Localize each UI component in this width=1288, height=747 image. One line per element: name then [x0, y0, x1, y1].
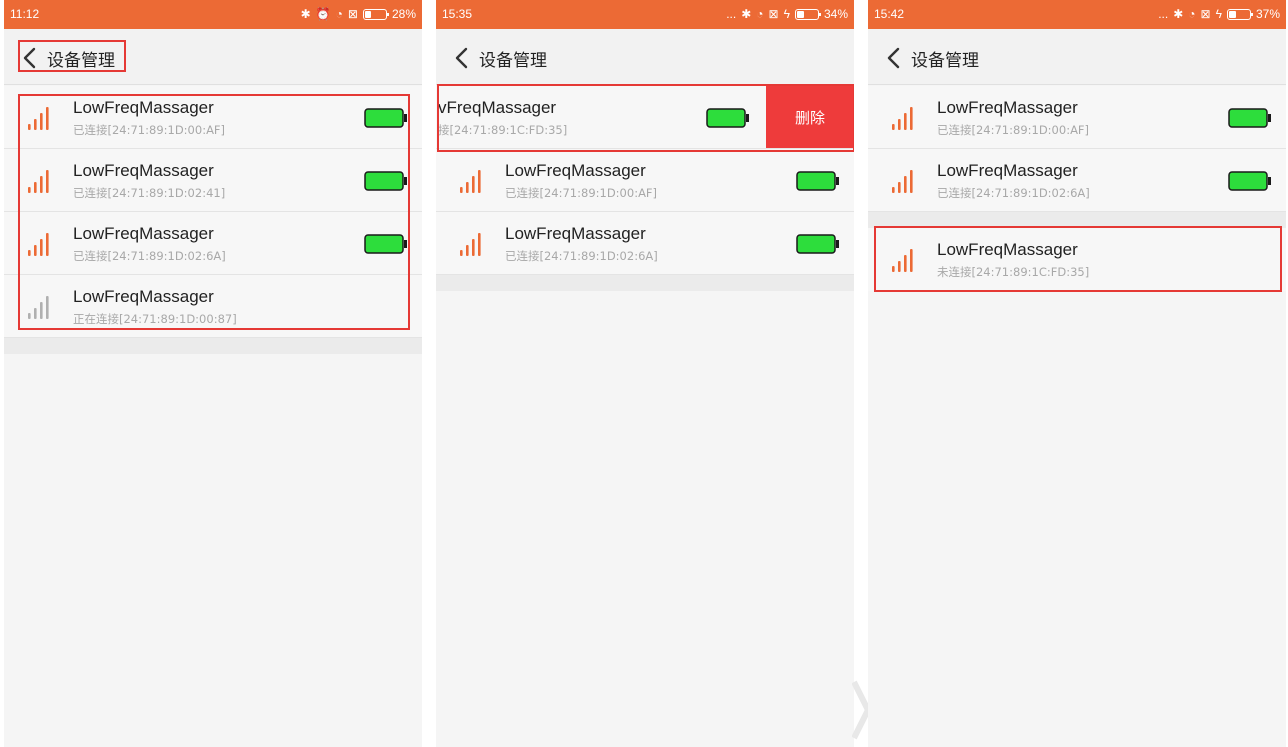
status-icons: ... ✱ ◔ ⊠ ϟ 34%: [726, 6, 848, 22]
device-status: 已连接[24:71:89:1D:00:AF]: [937, 123, 1090, 137]
wifi-icon: ◔: [1188, 7, 1196, 21]
status-time: 15:42: [874, 7, 905, 21]
device-name: LowFreqMassager: [505, 161, 646, 180]
status-battery-icon: [1226, 8, 1253, 20]
device-row[interactable]: LowFreqMassager 已连接[24:71:89:1D:02:6A]: [868, 149, 1286, 212]
device-name: LowFreqMassager: [73, 287, 214, 306]
back-button[interactable]: 设备管理: [882, 43, 985, 73]
alarm-icon: ⏰: [315, 7, 331, 21]
wifi-icon: ◔: [756, 7, 764, 21]
page-title: 设备管理: [479, 50, 547, 71]
device-name: LowFreqMassager: [73, 98, 214, 117]
device-name: LowFreqMassager: [73, 161, 214, 180]
top-bar: 设备管理: [868, 29, 1286, 85]
status-icons: ... ✱ ◔ ⊠ ϟ 37%: [1158, 6, 1280, 22]
comparison-stage: 11:12 ✱ ⏰ ◔ ⊠ 28% 设备管理 LowFreqMassager 已…: [0, 0, 1288, 747]
device-status: 已连接[24:71:89:1D:02:41]: [73, 186, 226, 200]
battery-icon: [1228, 171, 1271, 191]
status-bar: 15:42 ... ✱ ◔ ⊠ ϟ 37%: [868, 0, 1286, 29]
status-icons: ✱ ⏰ ◔ ⊠ 28%: [301, 6, 416, 22]
device-row[interactable]: LowFreqMassager 已连接[24:71:89:1D:00:AF]: [868, 86, 1286, 149]
signal-strength-icon: [892, 170, 913, 193]
bluetooth-icon: ✱: [300, 7, 311, 21]
status-battery-percent: 28%: [391, 7, 416, 21]
device-status: 接[24:71:89:1C:FD:35]: [438, 123, 568, 137]
sim-icon: ⊠: [1200, 7, 1211, 21]
device-row[interactable]: LowFreqMassager 正在连接[24:71:89:1D:00:87]: [4, 275, 422, 338]
top-bar: 设备管理: [436, 29, 854, 85]
battery-icon: [364, 234, 407, 254]
device-status: 正在连接[24:71:89:1D:00:87]: [73, 312, 237, 326]
device-row[interactable]: LowFreqMassager 已连接[24:71:89:1D:02:6A]: [4, 212, 422, 275]
signal-strength-icon: [28, 233, 49, 256]
device-name: vFreqMassager: [438, 98, 557, 117]
device-row[interactable]: LowFreqMassager 已连接[24:71:89:1D:00:AF]: [4, 86, 422, 149]
page-title: 设备管理: [911, 50, 979, 71]
sim-icon: ⊠: [347, 7, 358, 21]
signal-strength-icon: [28, 107, 49, 130]
chevron-left-icon: [23, 47, 36, 69]
back-button[interactable]: 设备管理: [450, 43, 553, 73]
chevron-left-icon: [887, 47, 900, 69]
battery-icon: [706, 108, 749, 128]
signal-strength-icon: [460, 233, 481, 256]
device-name: LowFreqMassager: [937, 161, 1078, 180]
device-status: 已连接[24:71:89:1D:02:6A]: [73, 249, 226, 263]
device-row[interactable]: LowFreqMassager 已连接[24:71:89:1D:02:41]: [4, 149, 422, 212]
device-name: LowFreqMassager: [937, 98, 1078, 117]
chevron-left-icon: [455, 47, 468, 69]
device-status: 已连接[24:71:89:1D:00:AF]: [505, 186, 658, 200]
battery-icon: [1228, 108, 1271, 128]
more-icon: ...: [1158, 7, 1169, 21]
battery-icon: [796, 171, 839, 191]
device-name: LowFreqMassager: [937, 240, 1078, 259]
phone-screen-1: 11:12 ✱ ⏰ ◔ ⊠ 28% 设备管理 LowFreqMassager 已…: [4, 0, 422, 747]
device-list: vFreqMassager 接[24:71:89:1C:FD:35] 删除 Lo…: [436, 86, 854, 291]
battery-icon: [796, 234, 839, 254]
list-footer: [436, 275, 854, 291]
device-list: LowFreqMassager 已连接[24:71:89:1D:00:AF] L…: [4, 86, 422, 354]
wifi-icon: ◔: [335, 7, 343, 21]
page-title: 设备管理: [47, 50, 115, 71]
status-bar: 15:35 ... ✱ ◔ ⊠ ϟ 34%: [436, 0, 854, 29]
phone-screen-3: 15:42 ... ✱ ◔ ⊠ ϟ 37% 设备管理 LowFreqMassag…: [868, 0, 1286, 747]
bluetooth-icon: ✱: [1173, 7, 1184, 21]
device-status: 已连接[24:71:89:1D:02:6A]: [937, 186, 1090, 200]
signal-strength-icon: [460, 170, 481, 193]
signal-strength-icon: [892, 249, 913, 272]
device-list: LowFreqMassager 已连接[24:71:89:1D:00:AF] L…: [868, 86, 1286, 291]
charging-icon: ϟ: [783, 7, 790, 21]
more-icon: ...: [726, 7, 737, 21]
signal-strength-icon: [892, 107, 913, 130]
back-button[interactable]: 设备管理: [18, 43, 121, 73]
swiped-device-row[interactable]: vFreqMassager 接[24:71:89:1C:FD:35] 删除: [436, 86, 854, 149]
device-name: LowFreqMassager: [73, 224, 214, 243]
sim-icon: ⊠: [768, 7, 779, 21]
list-footer: [4, 338, 422, 354]
status-battery-icon: [362, 8, 389, 20]
delete-button[interactable]: 删除: [766, 86, 854, 148]
device-status: 已连接[24:71:89:1D:02:6A]: [505, 249, 658, 263]
battery-icon: [364, 108, 407, 128]
device-status: 未连接[24:71:89:1C:FD:35]: [937, 265, 1090, 279]
top-bar: 设备管理: [4, 29, 422, 85]
status-bar: 11:12 ✱ ⏰ ◔ ⊠ 28%: [4, 0, 422, 29]
device-name: LowFreqMassager: [505, 224, 646, 243]
phone-screen-2: 15:35 ... ✱ ◔ ⊠ ϟ 34% 设备管理 vFreqMassager…: [436, 0, 854, 747]
device-row[interactable]: LowFreqMassager 已连接[24:71:89:1D:00:AF]: [436, 149, 854, 212]
signal-strength-icon: [28, 296, 49, 319]
device-status: 已连接[24:71:89:1D:00:AF]: [73, 123, 226, 137]
status-battery-percent: 34%: [823, 7, 848, 21]
status-battery-icon: [794, 8, 821, 20]
status-time: 11:12: [10, 7, 40, 21]
signal-strength-icon: [28, 170, 49, 193]
list-footer: [868, 212, 1286, 228]
disconnected-device-row[interactable]: LowFreqMassager 未连接[24:71:89:1C:FD:35]: [868, 228, 1286, 291]
bluetooth-icon: ✱: [741, 7, 752, 21]
device-row[interactable]: LowFreqMassager 已连接[24:71:89:1D:02:6A]: [436, 212, 854, 275]
status-time: 15:35: [442, 7, 473, 21]
charging-icon: ϟ: [1215, 7, 1222, 21]
status-battery-percent: 37%: [1255, 7, 1280, 21]
battery-icon: [364, 171, 407, 191]
